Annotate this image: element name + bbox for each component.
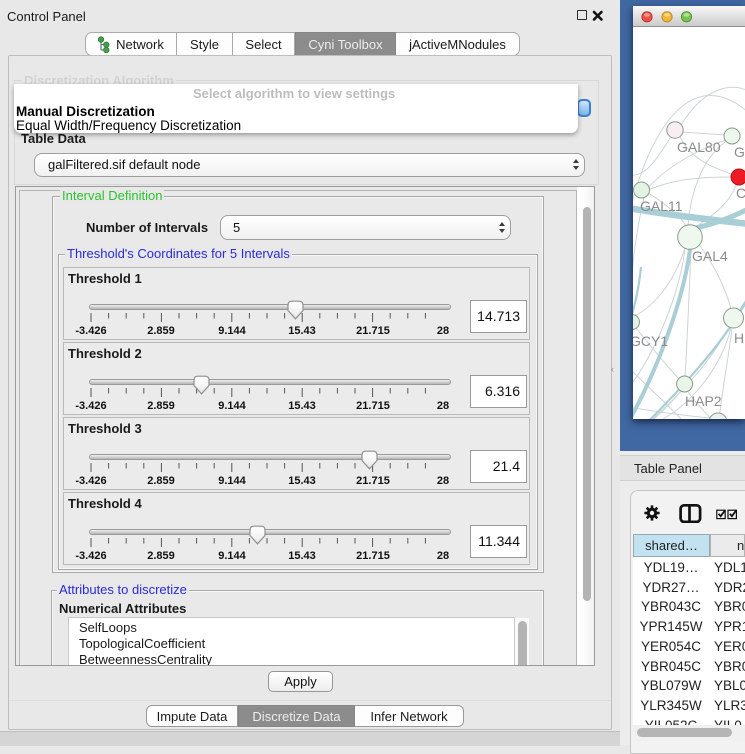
svg-text:HAP2: HAP2	[685, 393, 722, 409]
svg-text:H: H	[734, 330, 744, 346]
svg-text:GAL4: GAL4	[692, 248, 728, 264]
svg-text:GAL80: GAL80	[677, 139, 721, 155]
svg-text:GCY1: GCY1	[633, 333, 668, 349]
svg-text:GAL11: GAL11	[640, 198, 683, 214]
svg-text:C: C	[736, 185, 745, 201]
svg-text:G.: G.	[734, 144, 745, 160]
